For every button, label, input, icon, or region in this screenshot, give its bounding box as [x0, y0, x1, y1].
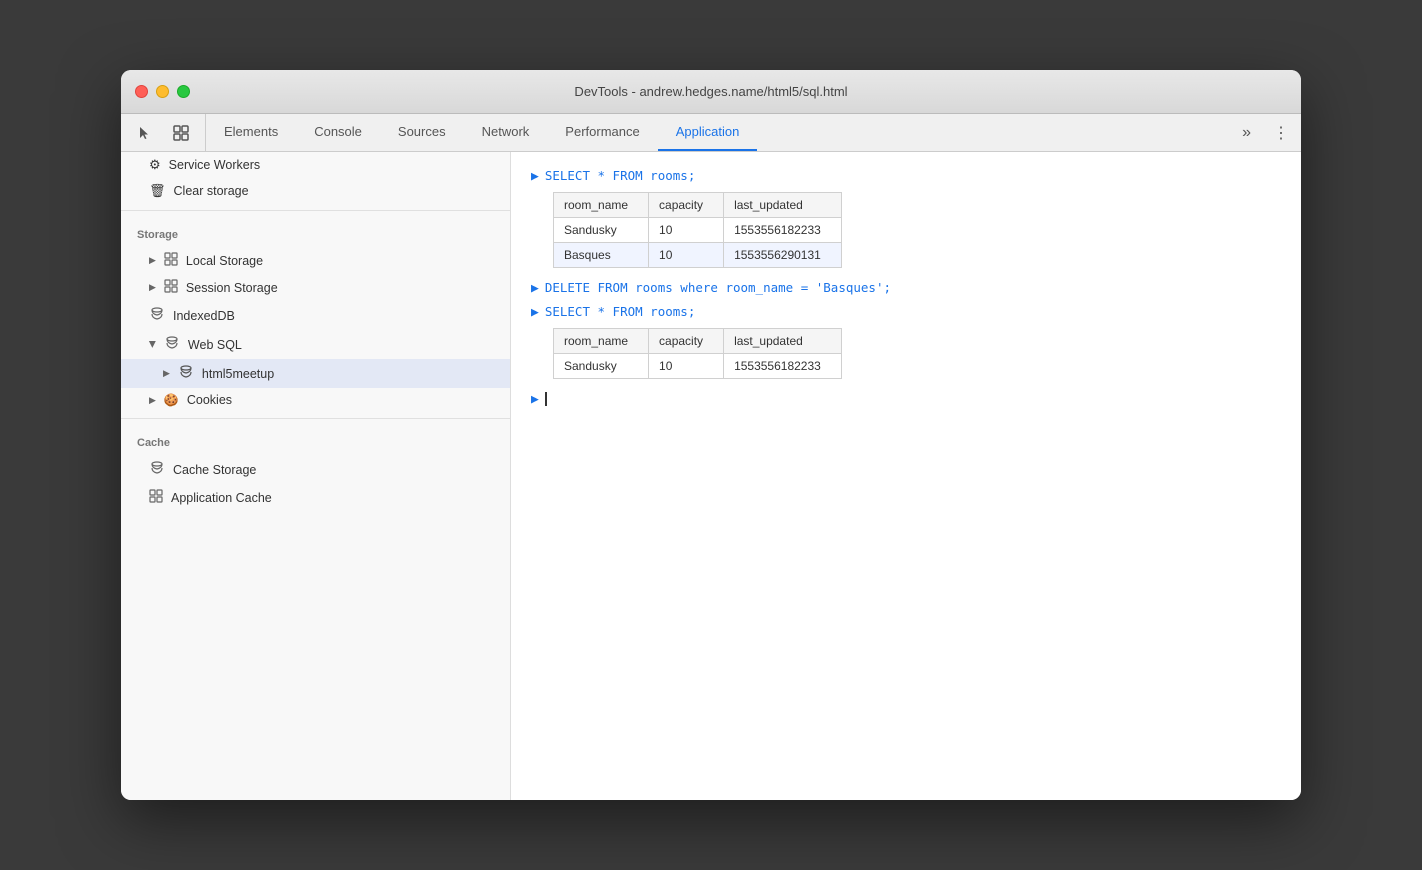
devtools-window: DevTools - andrew.hedges.name/html5/sql.… — [121, 70, 1301, 800]
divider-cache — [121, 418, 510, 419]
sidebar-item-clear-storage[interactable]: 🗑 Clear storage — [121, 178, 510, 204]
grid-icon-local-storage — [164, 252, 178, 269]
cell-room-name: Basques — [554, 243, 649, 268]
storage-section-label: Storage — [121, 217, 510, 247]
cursor-blink — [545, 392, 547, 406]
grid-icon-app-cache — [149, 489, 163, 506]
cell-room-name: Sandusky — [554, 218, 649, 243]
maximize-button[interactable] — [177, 85, 190, 98]
collapse-icon-html5meetup: ▶ — [163, 368, 170, 379]
inspect-icon[interactable] — [167, 120, 195, 146]
cache-section-label: Cache — [121, 425, 510, 455]
sidebar-item-application-cache[interactable]: Application Cache — [121, 484, 510, 511]
collapse-icon-web-sql: ▶ — [147, 341, 158, 348]
tab-performance[interactable]: Performance — [547, 114, 657, 151]
tabs: Elements Console Sources Network Perform… — [206, 114, 1232, 151]
sql-line-1: ▶ SELECT * FROM rooms; — [531, 168, 1281, 184]
trash-icon: 🗑 — [149, 183, 166, 199]
table-row: Sandusky 10 1553556182233 — [554, 354, 842, 379]
tabbar-icons — [121, 114, 206, 151]
devtools-menu-button[interactable]: ⋮ — [1261, 114, 1301, 151]
sidebar-item-web-sql[interactable]: ▶ Web SQL — [121, 330, 510, 359]
db-icon-indexeddb — [149, 306, 165, 325]
grid-icon-session-storage — [164, 279, 178, 296]
sql-text-2: DELETE FROM rooms where room_name = 'Bas… — [545, 280, 891, 295]
cursor-icon[interactable] — [131, 120, 159, 146]
col-header-last-updated-2: last_updated — [724, 329, 842, 354]
collapse-icon-local-storage: ▶ — [149, 255, 156, 266]
tabbar: Elements Console Sources Network Perform… — [121, 114, 1301, 152]
collapse-icon-session-storage: ▶ — [149, 282, 156, 293]
db-icon-html5meetup — [178, 364, 194, 383]
sidebar-item-cache-storage[interactable]: Cache Storage — [121, 455, 510, 484]
table-row: Basques 10 1553556290131 — [554, 243, 842, 268]
col-header-capacity-2: capacity — [649, 329, 724, 354]
db-icon-cache-storage — [149, 460, 165, 479]
sql-input-line: ▶ — [531, 391, 1281, 407]
sql-input-prompt[interactable]: ▶ — [531, 392, 539, 407]
cell-capacity: 10 — [649, 354, 724, 379]
content-pane: ▶ SELECT * FROM rooms; room_name capacit… — [511, 152, 1301, 800]
more-tabs-button[interactable]: » — [1232, 114, 1261, 151]
titlebar: DevTools - andrew.hedges.name/html5/sql.… — [121, 70, 1301, 114]
sidebar-item-cookies[interactable]: ▶ 🍪 Cookies — [121, 388, 510, 412]
col-header-room-name-2: room_name — [554, 329, 649, 354]
cell-last-updated: 1553556182233 — [724, 354, 842, 379]
sql-prompt-3[interactable]: ▶ — [531, 305, 539, 320]
sql-line-2: ▶ DELETE FROM rooms where room_name = 'B… — [531, 280, 1281, 296]
divider-storage — [121, 210, 510, 211]
sql-prompt-1[interactable]: ▶ — [531, 169, 539, 184]
col-header-capacity-1: capacity — [649, 193, 724, 218]
sidebar-item-local-storage[interactable]: ▶ Local Storage — [121, 247, 510, 274]
sql-result-table-2: room_name capacity last_updated Sandusky… — [553, 328, 842, 379]
sql-text-1: SELECT * FROM rooms; — [545, 168, 696, 183]
sidebar-item-session-storage[interactable]: ▶ Session Storage — [121, 274, 510, 301]
collapse-icon-cookies: ▶ — [149, 395, 156, 406]
cell-last-updated: 1553556182233 — [724, 218, 842, 243]
cookie-icon: 🍪 — [164, 393, 179, 407]
minimize-button[interactable] — [156, 85, 169, 98]
sidebar-item-html5meetup[interactable]: ▶ html5meetup — [121, 359, 510, 388]
sidebar-item-service-workers[interactable]: ⚙ Service Workers — [121, 152, 510, 178]
window-title: DevTools - andrew.hedges.name/html5/sql.… — [574, 84, 847, 99]
sidebar: ⚙ Service Workers 🗑 Clear storage Storag… — [121, 152, 511, 800]
sql-text-3: SELECT * FROM rooms; — [545, 304, 696, 319]
sql-result-table-1: room_name capacity last_updated Sandusky… — [553, 192, 842, 268]
close-button[interactable] — [135, 85, 148, 98]
col-header-last-updated-1: last_updated — [724, 193, 842, 218]
tab-console[interactable]: Console — [296, 114, 380, 151]
cell-capacity: 10 — [649, 243, 724, 268]
main-layout: ⚙ Service Workers 🗑 Clear storage Storag… — [121, 152, 1301, 800]
cell-last-updated: 1553556290131 — [724, 243, 842, 268]
cell-capacity: 10 — [649, 218, 724, 243]
db-icon-web-sql — [164, 335, 180, 354]
tab-elements[interactable]: Elements — [206, 114, 296, 151]
sql-line-3: ▶ SELECT * FROM rooms; — [531, 304, 1281, 320]
sql-prompt-2[interactable]: ▶ — [531, 281, 539, 296]
cell-room-name: Sandusky — [554, 354, 649, 379]
col-header-room-name-1: room_name — [554, 193, 649, 218]
gear-icon: ⚙ — [149, 157, 161, 173]
sidebar-item-indexeddb[interactable]: IndexedDB — [121, 301, 510, 330]
table-row: Sandusky 10 1553556182233 — [554, 218, 842, 243]
tab-sources[interactable]: Sources — [380, 114, 464, 151]
tab-application[interactable]: Application — [658, 114, 758, 151]
tab-network[interactable]: Network — [464, 114, 548, 151]
traffic-lights — [135, 85, 190, 98]
